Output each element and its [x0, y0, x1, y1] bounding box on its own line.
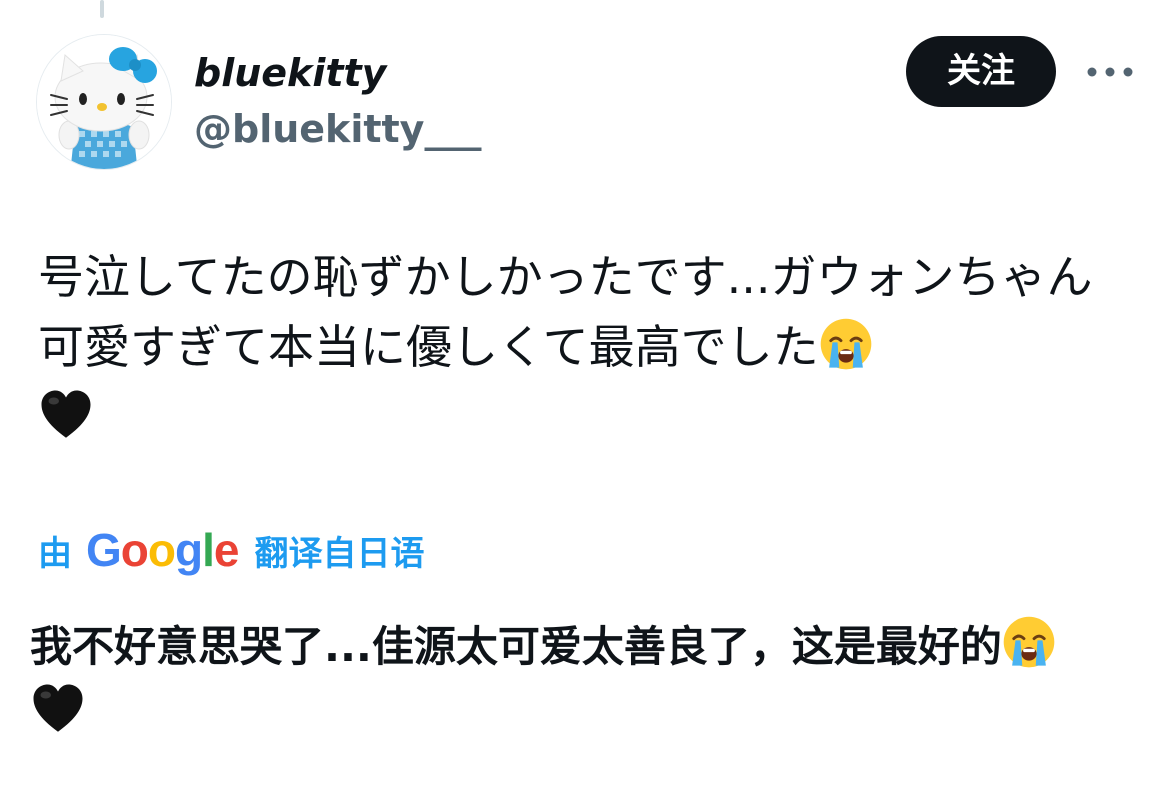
loudly-crying-face-icon	[1003, 616, 1055, 668]
more-options-button[interactable]	[1080, 50, 1140, 94]
avatar[interactable]	[36, 34, 172, 170]
google-logo-letter: o	[147, 524, 176, 576]
google-logo-letter: G	[86, 524, 122, 576]
translate-prefix: 由	[38, 533, 72, 574]
google-logo: G o o g l e	[86, 523, 240, 577]
translated-by-google-link[interactable]: 由 G o o g l e 翻译自日语	[38, 522, 424, 578]
google-logo-letter: o	[120, 524, 149, 576]
translate-suffix: 翻译自日语	[254, 533, 425, 574]
hello-kitty-avatar-icon	[37, 35, 171, 169]
google-logo-letter: l	[202, 524, 215, 576]
translated-text: 我不好意思哭了...佳源太可爱太善良了，这是最好的	[30, 614, 1140, 746]
google-logo-letter: g	[175, 524, 203, 576]
tweet-text: 号泣してたの恥ずかしかったです...ガウォンちゃん可愛すぎて本当に優しくて最高で…	[38, 242, 1138, 452]
black-heart-icon	[41, 390, 91, 438]
black-heart-icon	[33, 684, 83, 732]
tweet-text-content: 号泣してたの恥ずかしかったです...ガウォンちゃん可愛すぎて本当に優しくて最高で…	[38, 250, 1093, 374]
translated-text-content: 我不好意思哭了...佳源太可爱太善良了，这是最好的	[30, 622, 1002, 671]
thread-connector-line	[100, 0, 104, 18]
loudly-crying-face-icon	[820, 318, 871, 370]
google-logo-letter: e	[213, 524, 240, 576]
follow-button[interactable]: 关注	[906, 36, 1056, 107]
author-display-name[interactable]: bluekitty	[194, 50, 386, 96]
more-horizontal-icon	[1087, 67, 1133, 77]
author-handle[interactable]: @bluekitty___	[194, 106, 481, 152]
